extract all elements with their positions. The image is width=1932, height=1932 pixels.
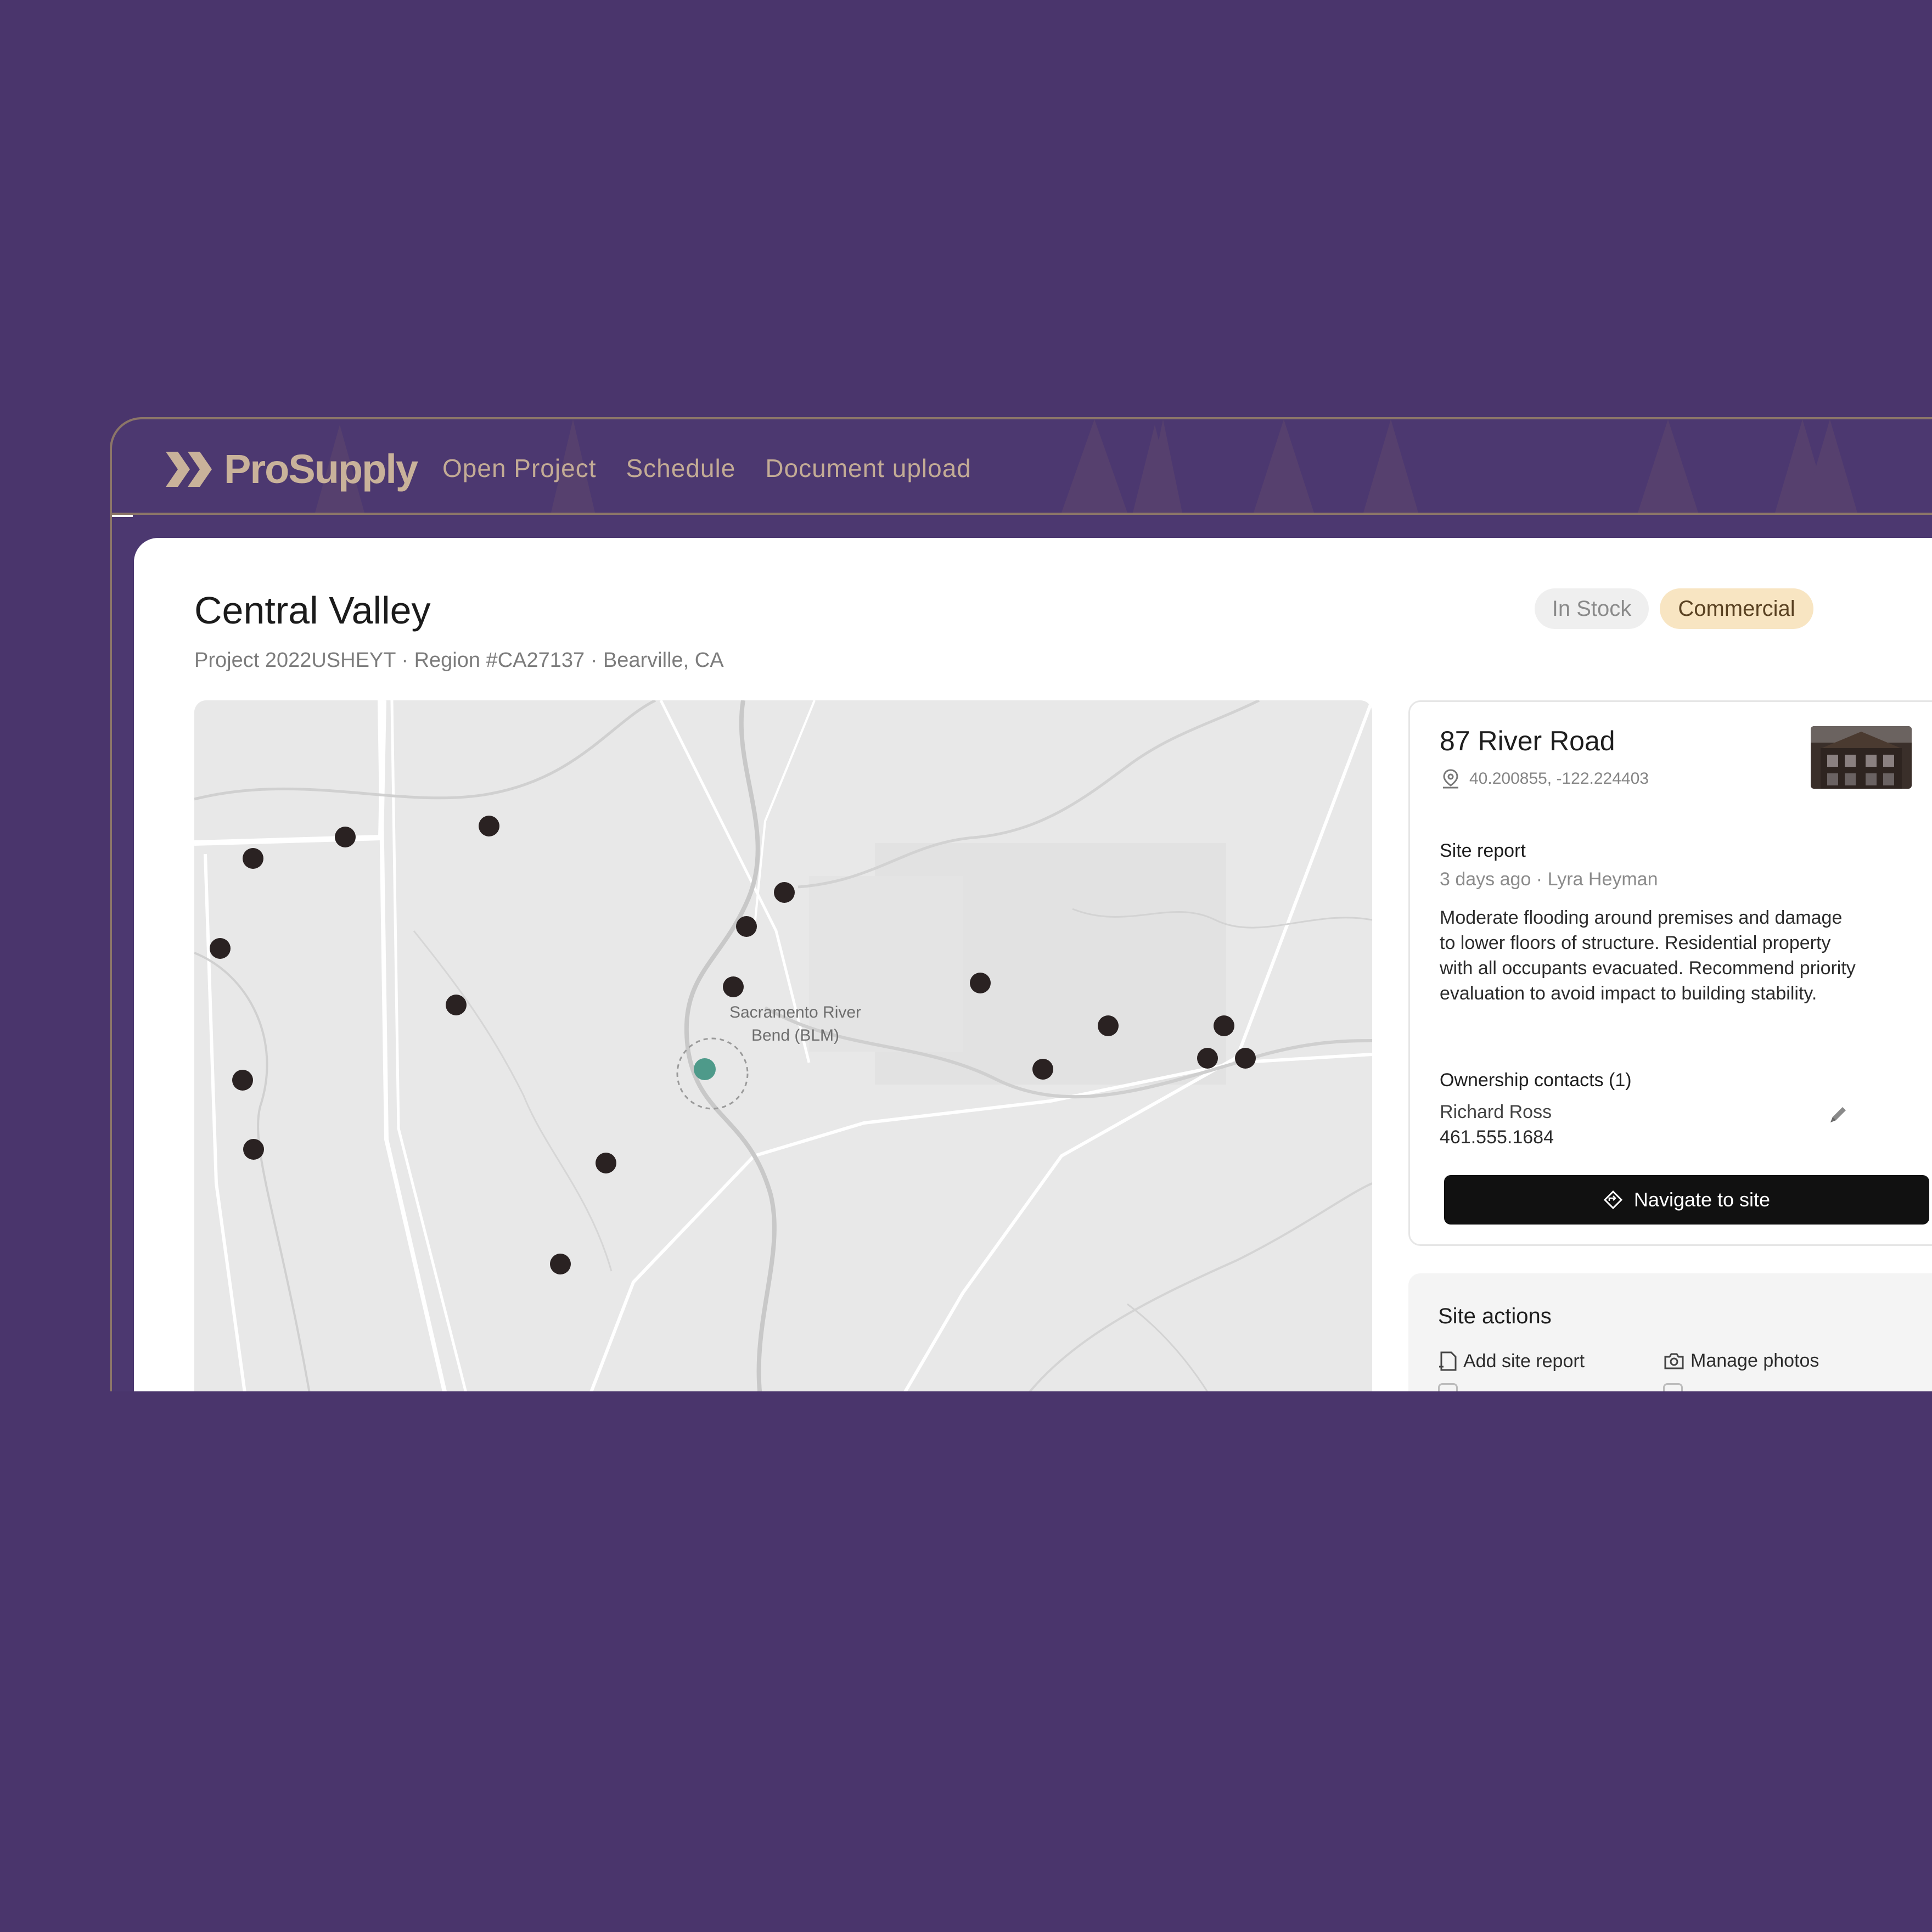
add-site-report-action[interactable]: Add site report bbox=[1438, 1350, 1585, 1372]
site-marker[interactable] bbox=[232, 1070, 253, 1091]
site-actions-card: Site actions Add site report Manage phot… bbox=[1408, 1273, 1932, 1394]
map-place-label: Sacramento River Bend (BLM) bbox=[672, 1001, 919, 1047]
project-panel: Central Valley Project 2022USHEYT · Regi… bbox=[134, 538, 1932, 1394]
site-marker[interactable] bbox=[335, 827, 356, 847]
site-report-meta: 3 days ago · Lyra Heyman bbox=[1440, 869, 1658, 890]
tree-decoration bbox=[1254, 419, 1314, 513]
site-marker[interactable] bbox=[479, 816, 499, 836]
site-photo bbox=[1811, 726, 1912, 789]
app-window: ProSupply Open Project Schedule Document… bbox=[110, 417, 1932, 1394]
status-badge: In Stock bbox=[1535, 588, 1649, 629]
site-marker[interactable] bbox=[774, 882, 795, 903]
map-place-label-text: Sacramento River Bend (BLM) bbox=[729, 1003, 862, 1044]
tree-decoration bbox=[1638, 419, 1698, 513]
nav-schedule[interactable]: Schedule bbox=[626, 453, 735, 483]
project-subtitle: Project 2022USHEYT · Region #CA27137 · B… bbox=[194, 649, 724, 672]
page-title: Central Valley bbox=[194, 589, 431, 632]
site-photo-thumbnail[interactable] bbox=[1811, 726, 1912, 789]
contact-name: Richard Ross bbox=[1440, 1102, 1552, 1122]
navigate-label: Navigate to site bbox=[1633, 1188, 1771, 1211]
camera-icon bbox=[1664, 1353, 1684, 1369]
site-marker[interactable] bbox=[243, 848, 263, 869]
tree-decoration bbox=[1062, 419, 1127, 513]
brand-name: ProSupply bbox=[224, 446, 418, 492]
manage-photos-action[interactable]: Manage photos bbox=[1663, 1350, 1819, 1372]
corner-marker bbox=[112, 515, 133, 536]
ownership-contacts-label: Ownership contacts (1) bbox=[1440, 1070, 1632, 1091]
navigate-to-site-button[interactable]: Navigate to site bbox=[1444, 1175, 1929, 1225]
site-marker[interactable] bbox=[446, 995, 467, 1015]
site-marker[interactable] bbox=[1197, 1048, 1218, 1069]
type-badge: Commercial bbox=[1660, 588, 1813, 629]
selected-site-marker[interactable] bbox=[694, 1058, 716, 1080]
nav-open-project[interactable]: Open Project bbox=[442, 453, 596, 483]
site-coordinates: 40.200855, -122.224403 bbox=[1469, 770, 1649, 788]
site-marker[interactable] bbox=[1032, 1059, 1053, 1080]
site-actions-title: Site actions bbox=[1438, 1304, 1552, 1328]
site-marker[interactable] bbox=[736, 916, 757, 937]
tree-decoration bbox=[1133, 419, 1177, 513]
site-detail-card: 87 River Road 40.200855, -122.224403 Sit… bbox=[1408, 700, 1932, 1246]
site-marker[interactable] bbox=[550, 1254, 571, 1274]
nav-document-upload[interactable]: Document upload bbox=[765, 453, 971, 483]
site-map[interactable]: Sacramento River Bend (BLM) bbox=[194, 700, 1372, 1394]
site-marker[interactable] bbox=[1098, 1015, 1119, 1036]
background-lower bbox=[0, 1391, 1932, 1932]
contact-phone: 461.555.1684 bbox=[1440, 1127, 1554, 1148]
site-marker[interactable] bbox=[723, 976, 744, 997]
location-pin-icon bbox=[1443, 769, 1458, 789]
document-add-icon bbox=[1439, 1351, 1457, 1371]
site-marker[interactable] bbox=[596, 1153, 616, 1173]
site-marker[interactable] bbox=[1235, 1048, 1256, 1069]
manage-photos-label: Manage photos bbox=[1690, 1350, 1819, 1371]
tree-decoration bbox=[1775, 419, 1857, 513]
site-report-text: Moderate flooding around premises and da… bbox=[1440, 907, 1856, 1004]
chevron-logo-icon bbox=[166, 451, 212, 487]
tree-decoration bbox=[1363, 419, 1418, 513]
site-marker[interactable] bbox=[1214, 1015, 1234, 1036]
brand-logo[interactable]: ProSupply bbox=[166, 446, 418, 492]
navigate-diamond-icon bbox=[1603, 1190, 1623, 1210]
site-report-label: Site report bbox=[1440, 840, 1526, 861]
site-marker[interactable] bbox=[243, 1139, 264, 1160]
site-marker[interactable] bbox=[970, 973, 991, 993]
site-title: 87 River Road bbox=[1440, 726, 1615, 756]
pencil-icon[interactable] bbox=[1826, 1103, 1850, 1127]
top-nav: ProSupply Open Project Schedule Document… bbox=[112, 419, 1932, 515]
add-site-report-label: Add site report bbox=[1463, 1350, 1585, 1372]
site-marker[interactable] bbox=[210, 938, 231, 959]
